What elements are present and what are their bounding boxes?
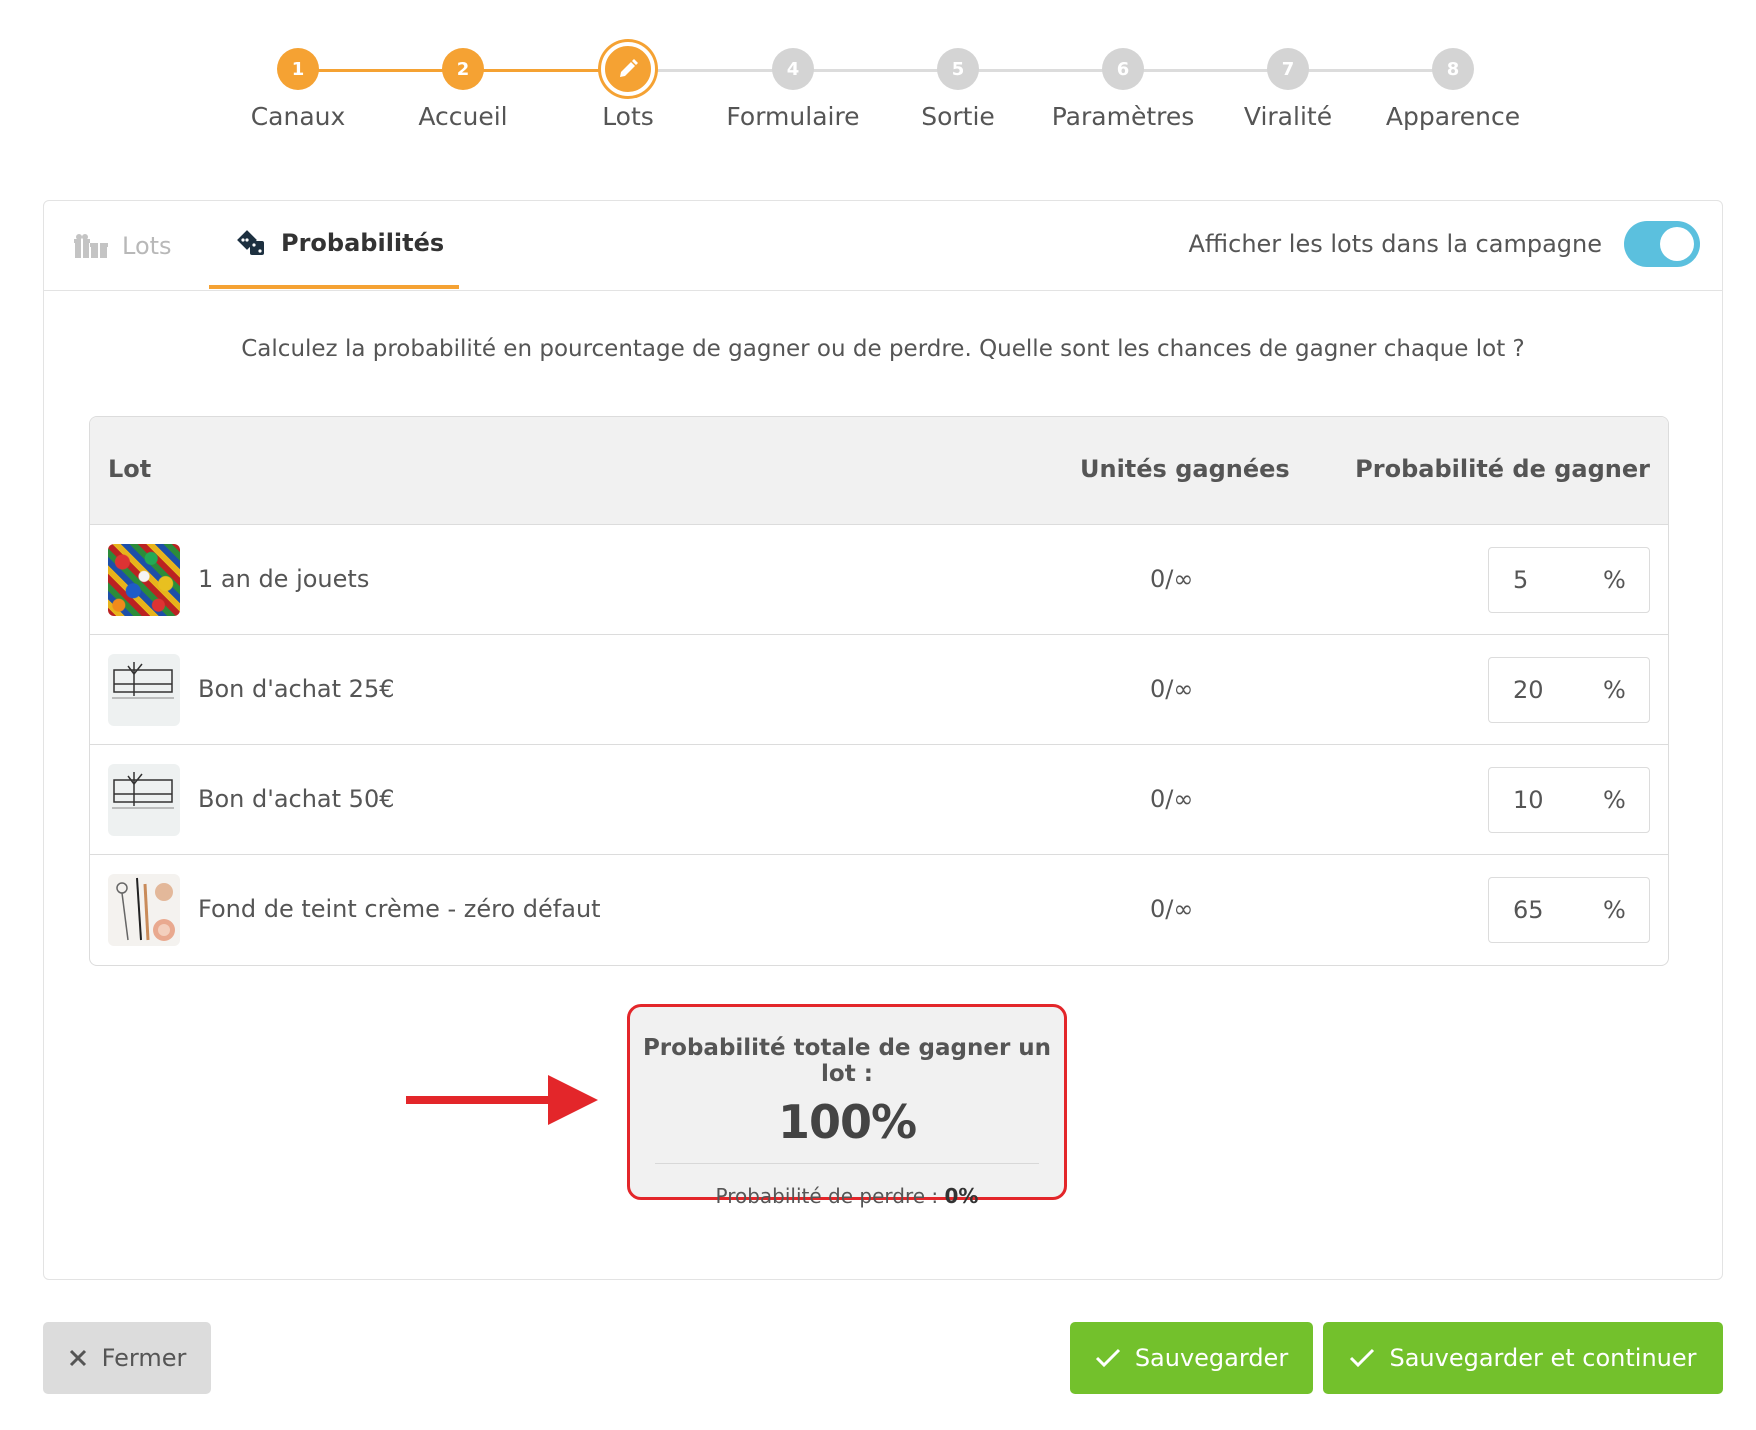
probability-table: Lot Unités gagnées Probabilité de gagner… <box>89 416 1669 966</box>
close-label: Fermer <box>101 1344 187 1372</box>
lot-thumbnail <box>108 654 180 726</box>
tab-label: Probabilités <box>281 229 445 257</box>
pencil-icon <box>601 42 655 96</box>
header-probability: Probabilité de gagner <box>1355 455 1650 483</box>
step-number: 4 <box>772 48 814 90</box>
step-number: 5 <box>937 48 979 90</box>
probability-value: 20 <box>1513 676 1544 704</box>
total-probability-box: Probabilité totale de gagner un lot : 10… <box>627 1004 1067 1208</box>
table-row: Bon d'achat 50€ 0/∞ 10 % <box>90 745 1668 855</box>
probability-value: 5 <box>1513 566 1529 594</box>
save-continue-label: Sauvegarder et continuer <box>1389 1344 1697 1372</box>
probability-value: 65 <box>1513 896 1544 924</box>
close-button[interactable]: Fermer <box>43 1322 211 1394</box>
lose-probability: Probabilité de perdre : 0% <box>630 1184 1064 1208</box>
table-header: Lot Unités gagnées Probabilité de gagner <box>90 417 1668 525</box>
tab-lots[interactable]: Lots <box>74 201 172 291</box>
lot-name: Bon d'achat 25€ <box>198 675 395 703</box>
save-and-continue-button[interactable]: Sauvegarder et continuer <box>1323 1322 1723 1394</box>
lot-thumbnail <box>108 874 180 946</box>
gift-icon <box>74 233 108 259</box>
lot-units: 0/∞ <box>1150 565 1194 593</box>
lose-label: Probabilité de perdre : <box>715 1184 939 1208</box>
lot-units: 0/∞ <box>1150 675 1194 703</box>
probability-input[interactable]: 20 % <box>1488 657 1650 723</box>
probability-value: 10 <box>1513 786 1544 814</box>
step-number: 2 <box>442 48 484 90</box>
tab-probabilites[interactable]: Probabilités <box>209 201 459 289</box>
divider <box>655 1163 1039 1164</box>
tab-label: Lots <box>122 232 172 260</box>
step-number: 8 <box>1432 48 1474 90</box>
percent-suffix: % <box>1603 566 1626 594</box>
probability-input[interactable]: 5 % <box>1488 547 1650 613</box>
check-icon <box>1095 1348 1121 1368</box>
step-apparence[interactable]: 8 Apparence <box>1353 48 1553 131</box>
percent-suffix: % <box>1603 676 1626 704</box>
table-row: Bon d'achat 25€ 0/∞ 20 % <box>90 635 1668 745</box>
show-lots-setting: Afficher les lots dans la campagne <box>1189 221 1700 267</box>
table-row: Fond de teint crème - zéro défaut 0/∞ 65… <box>90 855 1668 965</box>
toggle-knob <box>1660 227 1694 261</box>
lot-thumbnail <box>108 764 180 836</box>
step-number: 7 <box>1267 48 1309 90</box>
header-lot: Lot <box>108 455 152 483</box>
wizard-stepper: 1 Canaux 2 Accueil Lots 4 Formulaire 5 S… <box>0 0 1756 170</box>
intro-text: Calculez la probabilité en pourcentage d… <box>241 336 1525 362</box>
show-lots-toggle[interactable] <box>1624 221 1700 267</box>
save-button[interactable]: Sauvegarder <box>1070 1322 1313 1394</box>
tabs-bar: Lots Probabilités Afficher les lots dans… <box>44 201 1722 291</box>
lot-units: 0/∞ <box>1150 785 1194 813</box>
lot-units: 0/∞ <box>1150 895 1194 923</box>
dice-icon <box>237 230 267 256</box>
close-icon <box>68 1348 88 1368</box>
step-number: 6 <box>1102 48 1144 90</box>
probability-input[interactable]: 10 % <box>1488 767 1650 833</box>
probability-input[interactable]: 65 % <box>1488 877 1650 943</box>
toggle-label: Afficher les lots dans la campagne <box>1188 230 1602 258</box>
percent-suffix: % <box>1603 786 1626 814</box>
check-icon <box>1349 1348 1375 1368</box>
step-label: Apparence <box>1385 102 1521 131</box>
lot-name: 1 an de jouets <box>198 565 370 593</box>
lose-value: 0% <box>944 1184 979 1208</box>
lots-card: Lots Probabilités Afficher les lots dans… <box>43 200 1723 1280</box>
lot-name: Fond de teint crème - zéro défaut <box>198 895 601 923</box>
total-value: 100% <box>777 1095 917 1149</box>
lot-thumbnail <box>108 544 180 616</box>
total-title: Probabilité totale de gagner un lot : <box>642 1035 1052 1087</box>
save-label: Sauvegarder <box>1134 1344 1289 1372</box>
percent-suffix: % <box>1603 896 1626 924</box>
table-row: 1 an de jouets 0/∞ 5 % <box>90 525 1668 635</box>
step-number: 1 <box>277 48 319 90</box>
lot-name: Bon d'achat 50€ <box>198 785 395 813</box>
arrow-right-icon <box>406 1075 598 1125</box>
header-units: Unités gagnées <box>1080 455 1290 483</box>
